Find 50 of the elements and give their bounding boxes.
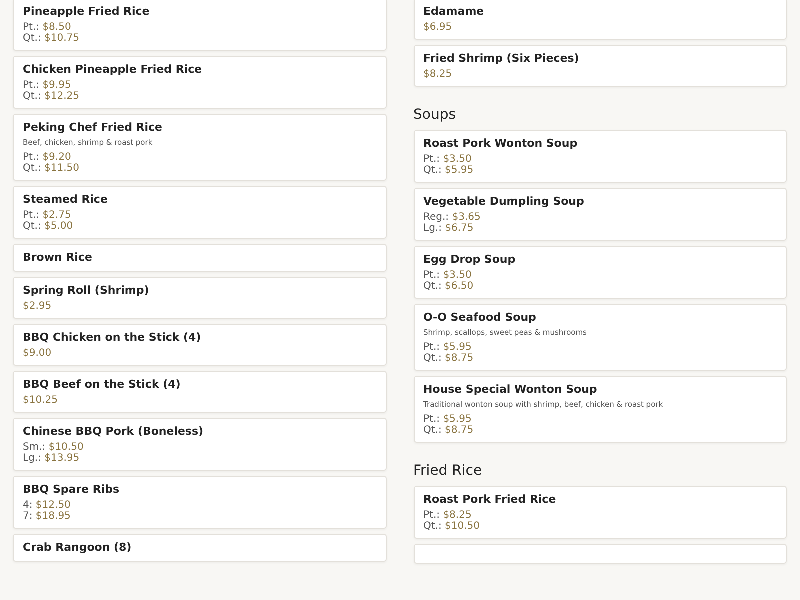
item-name: Egg Drop Soup [424,253,516,267]
item-price: Pt.: $9.95 [23,80,72,91]
item-price: Pt.: $3.50 [424,154,472,165]
item-name: BBQ Beef on the Stick (4) [23,378,181,392]
item-name: Roast Pork Fried Rice [424,493,556,507]
item-price: Pt.: $3.50 [424,270,472,281]
item-price: Reg.: $3.65 [424,212,481,223]
item-name: Spring Roll (Shrimp) [23,284,150,298]
item-name: Pineapple Fried Rice [23,5,150,19]
item-price: Pt.: $5.95 [424,414,472,425]
section-heading: Soups [414,106,456,124]
item-price: Qt.: $5.95 [424,165,474,176]
item-name: Crab Rangoon (8) [23,541,132,555]
item-name: Fried Shrimp (Six Pieces) [424,52,580,66]
item-price: Qt.: $10.50 [424,521,480,532]
item-price: $2.95 [23,301,52,312]
item-price: Qt.: $11.50 [23,163,80,174]
item-price: Qt.: $10.75 [23,33,80,44]
item-name: Roast Pork Wonton Soup [424,137,578,151]
item-name: Peking Chef Fried Rice [23,121,163,135]
item-name: BBQ Chicken on the Stick (4) [23,331,202,345]
item-price: Qt.: $8.75 [424,353,474,364]
item-price: Lg.: $13.95 [23,453,80,464]
item-price: Qt.: $5.00 [23,221,74,232]
item-price: $8.25 [424,69,452,80]
item-price: Pt.: $9.20 [23,152,72,163]
item-price: Pt.: $5.95 [424,342,472,353]
item-price: $9.00 [23,348,52,359]
item-name: Edamame [424,5,484,19]
item-price: $6.95 [424,22,452,33]
item-price: 4: $12.50 [23,500,71,511]
item-price: Pt.: $2.75 [23,210,72,221]
item-name: Chinese BBQ Pork (Boneless) [23,425,204,439]
item-price: Qt.: $6.50 [424,281,474,292]
item-price: Pt.: $8.50 [23,22,72,33]
item-name: BBQ Spare Ribs [23,483,120,497]
item-name: Brown Rice [23,251,92,265]
item-price: Lg.: $6.75 [424,223,474,234]
item-name: Chicken Pineapple Fried Rice [23,63,202,77]
item-price: Qt.: $8.75 [424,425,474,436]
section-heading: Fried Rice [414,462,482,480]
item-name: O-O Seafood Soup [424,311,536,325]
item-name: House Special Wonton Soup [424,383,598,397]
item-price: Qt.: $12.25 [23,91,80,102]
item-name: Steamed Rice [23,193,108,207]
item-price: 7: $18.95 [23,511,71,522]
item-price: $10.25 [23,395,58,406]
item-price: Sm.: $10.50 [23,442,84,453]
item-price: Pt.: $8.25 [424,510,472,521]
item-name: Vegetable Dumpling Soup [424,195,584,209]
